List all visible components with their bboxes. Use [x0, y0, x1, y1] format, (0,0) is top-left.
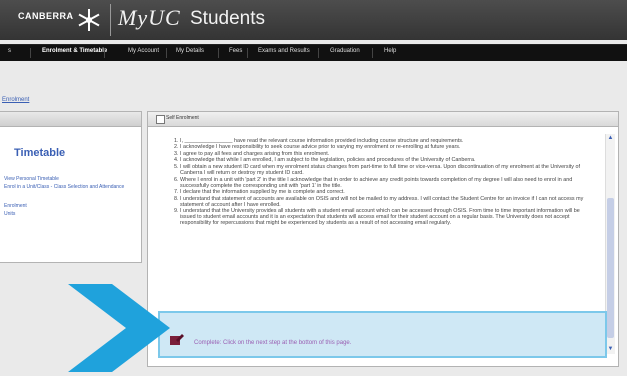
- declaration-item: I understand that statement of accounts …: [180, 196, 595, 208]
- scroll-down-arrow-icon[interactable]: ▼: [606, 345, 615, 354]
- declaration-item: I agree to pay all fees and charges aris…: [180, 151, 595, 157]
- declaration-item: I, ________________ have read the releva…: [180, 138, 595, 144]
- declaration-item: I understand that the University provide…: [180, 208, 595, 226]
- header-divider: [110, 4, 111, 36]
- left-panel-title: Timetable: [14, 147, 66, 159]
- instruction-callout: Complete: Click on the next step at the …: [158, 311, 607, 358]
- chevron-right-icon: [68, 284, 170, 372]
- scroll-up-arrow-icon[interactable]: ▲: [606, 134, 615, 143]
- nav-item-partial[interactable]: s: [8, 48, 11, 54]
- self-enrolment-header: Self Enrolment: [148, 112, 618, 127]
- declaration-item: I acknowledge I have responsibility to s…: [180, 144, 595, 150]
- nav-divider: [218, 48, 219, 58]
- nav-divider: [166, 48, 167, 58]
- app-header: CANBERRA MyUC Students: [0, 0, 627, 40]
- link-units[interactable]: Units: [4, 211, 15, 217]
- declaration-item: I will obtain a new student ID card when…: [180, 164, 595, 176]
- main-nav: s Enrolment & Timetable My Account My De…: [0, 44, 627, 61]
- nav-divider: [30, 48, 31, 58]
- panel-checkbox-icon: [156, 115, 165, 124]
- nav-item-fees[interactable]: Fees: [229, 48, 242, 54]
- breadcrumb[interactable]: Enrolment: [2, 97, 29, 103]
- link-personal-timetable[interactable]: View Personal Timetable: [4, 176, 59, 182]
- declaration-item: I acknowledge that while I am enrolled, …: [180, 157, 595, 163]
- declaration-item: Where I enrol in a unit with 'part 2' in…: [180, 177, 595, 189]
- nav-divider: [318, 48, 319, 58]
- left-panel-header: [0, 112, 141, 127]
- nav-item-enrolment-timetable[interactable]: Enrolment & Timetable: [42, 48, 107, 54]
- link-class-selection[interactable]: Enrol in a Unit/Class - Class Selection …: [4, 184, 124, 190]
- university-logo-text: CANBERRA: [18, 11, 74, 21]
- app-title-script: MyUC: [118, 5, 181, 30]
- nav-item-my-details[interactable]: My Details: [176, 48, 204, 54]
- nav-item-help[interactable]: Help: [384, 48, 396, 54]
- nav-divider: [104, 48, 105, 58]
- app-title: Students: [190, 8, 265, 29]
- nav-divider: [372, 48, 373, 58]
- edit-pencil-icon: [170, 334, 184, 345]
- declaration-list: I, ________________ have read the releva…: [170, 138, 595, 227]
- nav-item-exams-results[interactable]: Exams and Results: [258, 48, 310, 54]
- link-enrolment[interactable]: Enrolment: [4, 203, 27, 209]
- scrollbar-thumb[interactable]: [607, 198, 614, 338]
- nav-item-my-account[interactable]: My Account: [128, 48, 159, 54]
- declaration-item: I declare that the information supplied …: [180, 189, 595, 195]
- snowflake-logo-icon: [78, 9, 100, 31]
- nav-item-graduation[interactable]: Graduation: [330, 48, 360, 54]
- self-enrolment-title: Self Enrolment: [166, 115, 199, 121]
- nav-divider: [247, 48, 248, 58]
- callout-text: Complete: Click on the next step at the …: [194, 340, 352, 346]
